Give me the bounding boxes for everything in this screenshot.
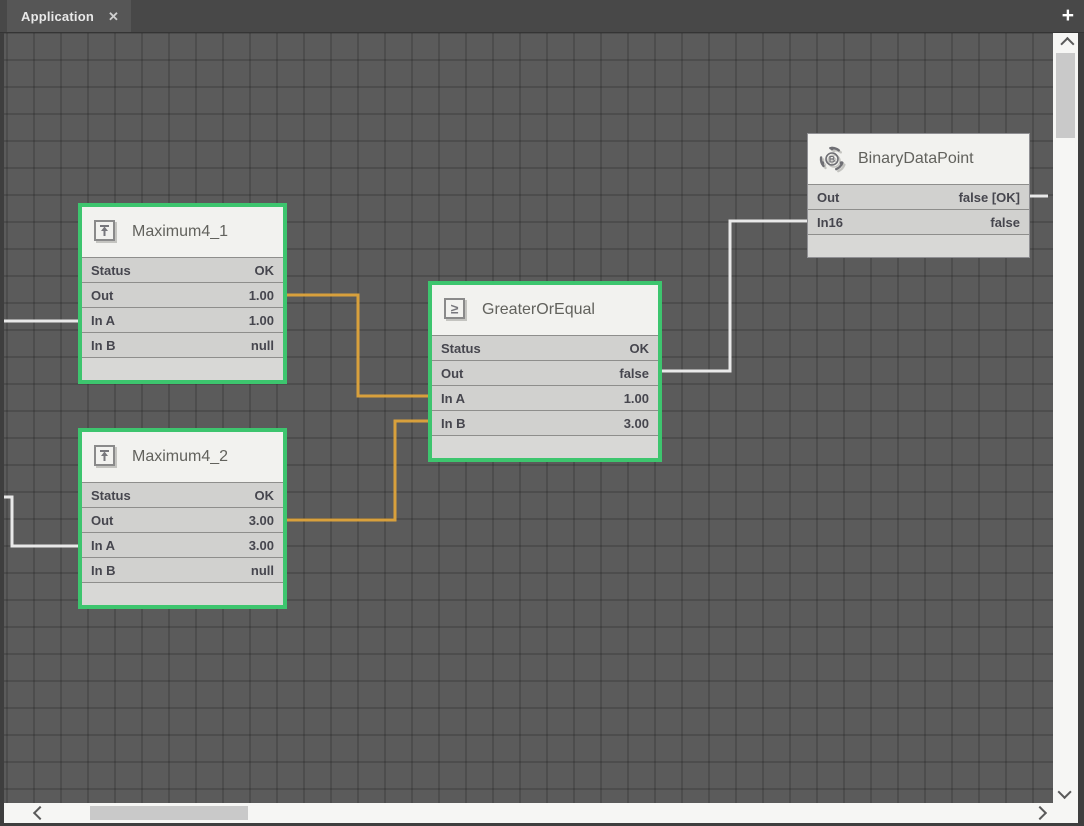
horizontal-scrollbar-thumb[interactable]	[90, 806, 248, 820]
row-label: In B	[91, 563, 116, 578]
tab-bar: Application ✕ +	[0, 0, 1084, 33]
scrollbar-corner	[1053, 803, 1078, 823]
horizontal-scrollbar[interactable]	[4, 803, 1053, 823]
maximum-icon	[91, 217, 121, 247]
add-tab-icon[interactable]: +	[1062, 2, 1074, 30]
node-row[interactable]: In A 1.00	[82, 307, 283, 332]
node-row[interactable]: In B null	[82, 557, 283, 582]
row-label: Out	[91, 513, 113, 528]
node-header: B BinaryDataPoint	[808, 134, 1029, 184]
row-value: 3.00	[624, 416, 649, 431]
row-value: 1.00	[249, 288, 274, 303]
node-row[interactable]: In A 1.00	[432, 385, 658, 410]
vertical-scrollbar-thumb[interactable]	[1056, 53, 1075, 138]
chevron-up-icon	[1060, 37, 1074, 51]
node-header: Maximum4_1	[82, 207, 283, 257]
node-row[interactable]: Out 3.00	[82, 507, 283, 532]
row-value: OK	[255, 488, 275, 503]
row-label: Out	[91, 288, 113, 303]
node-maximum4-2[interactable]: Maximum4_2 Status OK Out 3.00 In A 3.00 …	[78, 428, 287, 609]
row-label: Out	[441, 366, 463, 381]
node-footer	[82, 357, 283, 380]
node-footer	[808, 234, 1029, 257]
vertical-scrollbar[interactable]	[1053, 33, 1078, 803]
node-binarydatapoint[interactable]: B BinaryDataPoint Out false [OK] In16 fa…	[807, 133, 1030, 258]
window-edge-right	[1078, 33, 1084, 826]
node-row[interactable]: Status OK	[432, 335, 658, 360]
maximum-icon	[91, 442, 121, 472]
node-row[interactable]: Out false [OK]	[808, 184, 1029, 209]
scroll-down-button[interactable]	[1053, 781, 1078, 803]
row-value: 3.00	[249, 538, 274, 553]
row-value: false [OK]	[959, 190, 1020, 205]
row-label: In A	[91, 538, 115, 553]
tab-label: Application	[21, 9, 94, 24]
row-value: OK	[630, 341, 650, 356]
row-label: Status	[91, 263, 131, 278]
scroll-left-button[interactable]	[26, 803, 54, 823]
row-label: Status	[91, 488, 131, 503]
window-edge-left	[0, 33, 4, 823]
node-greaterorequal[interactable]: ≥ GreaterOrEqual Status OK Out false In …	[428, 281, 662, 462]
tab-application[interactable]: Application ✕	[7, 0, 131, 32]
node-footer	[432, 435, 658, 458]
scroll-right-button[interactable]	[1027, 803, 1053, 823]
row-value: 3.00	[249, 513, 274, 528]
node-row[interactable]: In A 3.00	[82, 532, 283, 557]
row-value: OK	[255, 263, 275, 278]
row-value: null	[251, 338, 274, 353]
node-row[interactable]: In B null	[82, 332, 283, 357]
node-row[interactable]: Out false	[432, 360, 658, 385]
row-label: In A	[91, 313, 115, 328]
node-row[interactable]: In16 false	[808, 209, 1029, 234]
svg-text:≥: ≥	[451, 301, 459, 317]
node-title: Maximum4_2	[132, 448, 228, 466]
node-row[interactable]: Status OK	[82, 482, 283, 507]
row-label: In B	[91, 338, 116, 353]
chevron-down-icon	[1057, 785, 1071, 799]
node-footer	[82, 582, 283, 605]
binary-data-point-icon: B	[817, 144, 847, 174]
node-title: GreaterOrEqual	[482, 301, 595, 319]
chevron-right-icon	[1033, 806, 1047, 820]
chevron-left-icon	[33, 806, 47, 820]
row-label: In B	[441, 416, 466, 431]
greater-or-equal-icon: ≥	[441, 295, 471, 325]
node-row[interactable]: In B 3.00	[432, 410, 658, 435]
row-label: In16	[817, 215, 843, 230]
row-value: null	[251, 563, 274, 578]
node-row[interactable]: Out 1.00	[82, 282, 283, 307]
close-icon[interactable]: ✕	[108, 10, 119, 23]
svg-text:B: B	[829, 155, 836, 165]
row-value: 1.00	[624, 391, 649, 406]
row-label: Status	[441, 341, 481, 356]
node-maximum4-1[interactable]: Maximum4_1 Status OK Out 1.00 In A 1.00 …	[78, 203, 287, 384]
row-value: 1.00	[249, 313, 274, 328]
scroll-up-button[interactable]	[1053, 33, 1078, 55]
row-value: false	[990, 215, 1020, 230]
row-label: In A	[441, 391, 465, 406]
node-header: Maximum4_2	[82, 432, 283, 482]
node-title: BinaryDataPoint	[858, 150, 974, 168]
node-header: ≥ GreaterOrEqual	[432, 285, 658, 335]
row-value: false	[619, 366, 649, 381]
node-title: Maximum4_1	[132, 223, 228, 241]
node-row[interactable]: Status OK	[82, 257, 283, 282]
row-label: Out	[817, 190, 839, 205]
